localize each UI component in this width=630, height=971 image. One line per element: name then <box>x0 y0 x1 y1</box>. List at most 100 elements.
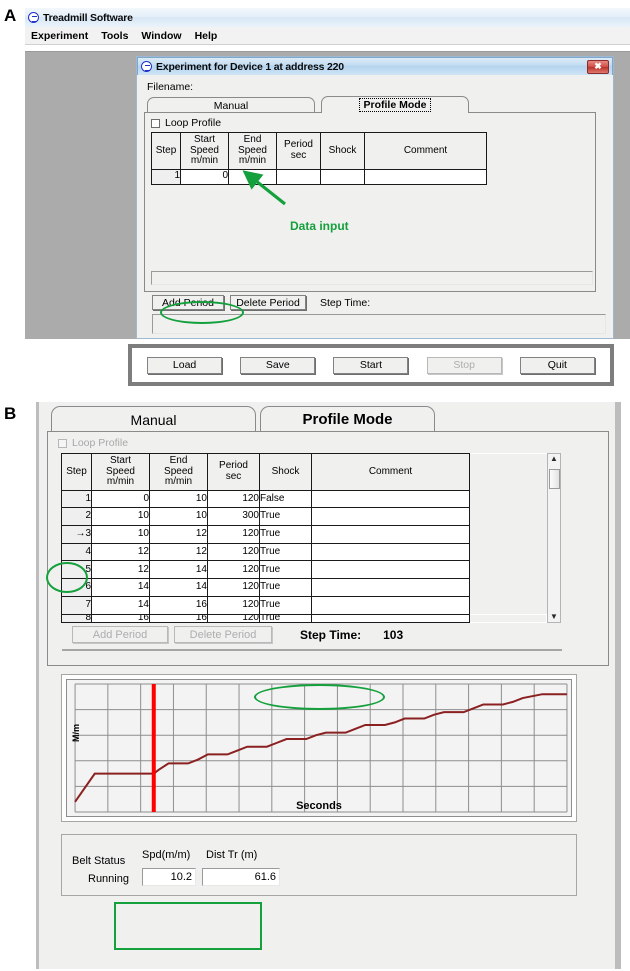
cell-r0-c5[interactable] <box>364 168 487 185</box>
cell-r7-c0[interactable]: 8 <box>61 613 92 624</box>
b-step-time-label: Step Time: <box>300 627 362 642</box>
cell-r0-c1[interactable]: 0 <box>91 489 150 509</box>
table-row[interactable]: 10 <box>151 168 487 185</box>
tab-manual[interactable]: Manual <box>147 97 315 113</box>
cell-r5-c0[interactable]: 6 <box>61 578 92 597</box>
table-row[interactable]: 6 14 14 120 True <box>61 578 547 597</box>
cell-r0-c3[interactable]: 120 <box>207 489 260 509</box>
delete-period-button[interactable]: Delete Period <box>230 295 306 310</box>
cell-r0-c0[interactable]: 1 <box>61 489 92 509</box>
cell-r3-c2[interactable]: 12 <box>149 542 208 562</box>
cell-r6-c1[interactable]: 14 <box>91 595 150 615</box>
column-header-1[interactable]: Start Speed m/min <box>180 132 229 170</box>
cell-r3-c1[interactable]: 12 <box>91 542 150 562</box>
cell-r7-c1[interactable]: 16 <box>91 613 150 624</box>
column-header-3[interactable]: Period sec <box>276 132 321 170</box>
b-tab-manual[interactable]: Manual <box>51 406 256 432</box>
cell-r2-c0[interactable]: →3 <box>61 524 92 544</box>
cell-r5-c4[interactable]: True <box>259 578 312 597</box>
cell-r6-c2[interactable]: 16 <box>149 595 208 615</box>
column-header-2[interactable]: End Speed m/min <box>149 453 208 491</box>
column-header-4[interactable]: Shock <box>259 453 312 491</box>
loop-profile-checkbox-row[interactable]: Loop Profile <box>145 113 595 132</box>
cell-r5-c3[interactable]: 120 <box>207 578 260 597</box>
cell-r1-c3[interactable]: 300 <box>207 507 260 526</box>
cell-r1-c2[interactable]: 10 <box>149 507 208 526</box>
table-row[interactable]: 5 12 14 120 True <box>61 560 547 580</box>
profile-table[interactable]: Step Start Speed m/min End Speed m/min Period se… <box>151 132 487 185</box>
table-vertical-scrollbar[interactable]: ▲ ▼ <box>547 453 561 623</box>
load-button[interactable]: Load <box>147 356 223 374</box>
tab-profile-mode[interactable]: Profile Mode <box>321 96 469 113</box>
column-header-1[interactable]: Start Speed m/min <box>91 453 150 491</box>
table-row[interactable]: 4 12 12 120 True <box>61 542 547 562</box>
cell-r4-c0[interactable]: 5 <box>61 560 92 580</box>
menu-item-window[interactable]: Window <box>141 30 181 42</box>
scroll-down-icon[interactable]: ▼ <box>550 612 558 622</box>
table-row[interactable]: 7 14 16 120 True <box>61 595 547 615</box>
cell-r0-c2[interactable]: 10 <box>149 489 208 509</box>
b-table-body[interactable]: 1 0 10 120 False 2 10 10 300 True →3 10 12 120 True 4 12… <box>61 489 547 624</box>
cell-r2-c3[interactable]: 120 <box>207 524 260 544</box>
column-header-4[interactable]: Shock <box>320 132 365 170</box>
column-header-3[interactable]: Period sec <box>207 453 260 491</box>
cell-r4-c1[interactable]: 12 <box>91 560 150 580</box>
column-header-0[interactable]: Step <box>61 453 92 491</box>
cell-r3-c5[interactable] <box>311 542 470 562</box>
cell-r7-c5[interactable] <box>311 613 470 624</box>
loop-profile-checkbox[interactable] <box>151 118 160 128</box>
cell-r1-c0[interactable]: 2 <box>61 507 92 526</box>
cell-r2-c2[interactable]: 12 <box>149 524 208 544</box>
cell-r0-c4[interactable]: False <box>259 489 312 509</box>
column-header-0[interactable]: Step <box>151 132 181 170</box>
table-row[interactable]: 2 10 10 300 True <box>61 507 547 526</box>
cell-r4-c5[interactable] <box>311 560 470 580</box>
cell-r3-c0[interactable]: 4 <box>61 542 92 562</box>
cell-r1-c1[interactable]: 10 <box>91 507 150 526</box>
close-icon[interactable]: ✖ <box>587 59 609 74</box>
cell-r6-c5[interactable] <box>311 595 470 615</box>
cell-r4-c4[interactable]: True <box>259 560 312 580</box>
b-tab-profile-mode[interactable]: Profile Mode <box>260 406 435 432</box>
b-profile-table[interactable]: Step Start Speed m/min End Speed m/min Period se… <box>61 453 547 624</box>
cell-r0-c1[interactable]: 0 <box>180 168 229 185</box>
menu-item-help[interactable]: Help <box>195 30 218 42</box>
scrollbar-thumb[interactable] <box>549 469 560 489</box>
cell-r7-c3[interactable]: 120 <box>207 613 260 624</box>
scroll-up-icon[interactable]: ▲ <box>550 454 558 464</box>
cell-r2-c5[interactable] <box>311 524 470 544</box>
save-button[interactable]: Save <box>240 356 316 374</box>
cell-r3-c3[interactable]: 120 <box>207 542 260 562</box>
cell-r1-c4[interactable]: True <box>259 507 312 526</box>
cell-r0-c4[interactable] <box>320 168 365 185</box>
cell-r4-c3[interactable]: 120 <box>207 560 260 580</box>
table-body[interactable]: 10 <box>151 168 487 185</box>
column-header-5[interactable]: Comment <box>311 453 470 491</box>
cell-r0-c5[interactable] <box>311 489 470 509</box>
add-period-button[interactable]: Add Period <box>152 295 224 310</box>
cell-r0-c0[interactable]: 1 <box>151 168 181 185</box>
quit-button[interactable]: Quit <box>519 356 595 374</box>
cell-r6-c4[interactable]: True <box>259 595 312 615</box>
menu-item-experiment[interactable]: Experiment <box>31 30 88 42</box>
column-header-5[interactable]: Comment <box>364 132 487 170</box>
cell-r6-c0[interactable]: 7 <box>61 595 92 615</box>
table-row[interactable]: 1 0 10 120 False <box>61 489 547 509</box>
cell-r7-c4[interactable]: True <box>259 613 312 624</box>
cell-r2-c1[interactable]: 10 <box>91 524 150 544</box>
menu-item-tools[interactable]: Tools <box>101 30 128 42</box>
cell-r2-c4[interactable]: True <box>259 524 312 544</box>
cell-r5-c2[interactable]: 14 <box>149 578 208 597</box>
cell-r7-c2[interactable]: 16 <box>149 613 208 624</box>
cell-r3-c4[interactable]: True <box>259 542 312 562</box>
cell-r6-c3[interactable]: 120 <box>207 595 260 615</box>
cell-r1-c5[interactable] <box>311 507 470 526</box>
start-button[interactable]: Start <box>333 356 409 374</box>
table-row[interactable]: →3 10 12 120 True <box>61 524 547 544</box>
table-row[interactable]: 8 16 16 120 True <box>61 613 547 624</box>
cell-r4-c2[interactable]: 14 <box>149 560 208 580</box>
tab-manual-label: Manual <box>213 99 249 112</box>
cell-r5-c1[interactable]: 14 <box>91 578 150 597</box>
column-header-2[interactable]: End Speed m/min <box>228 132 277 170</box>
cell-r5-c5[interactable] <box>311 578 470 597</box>
